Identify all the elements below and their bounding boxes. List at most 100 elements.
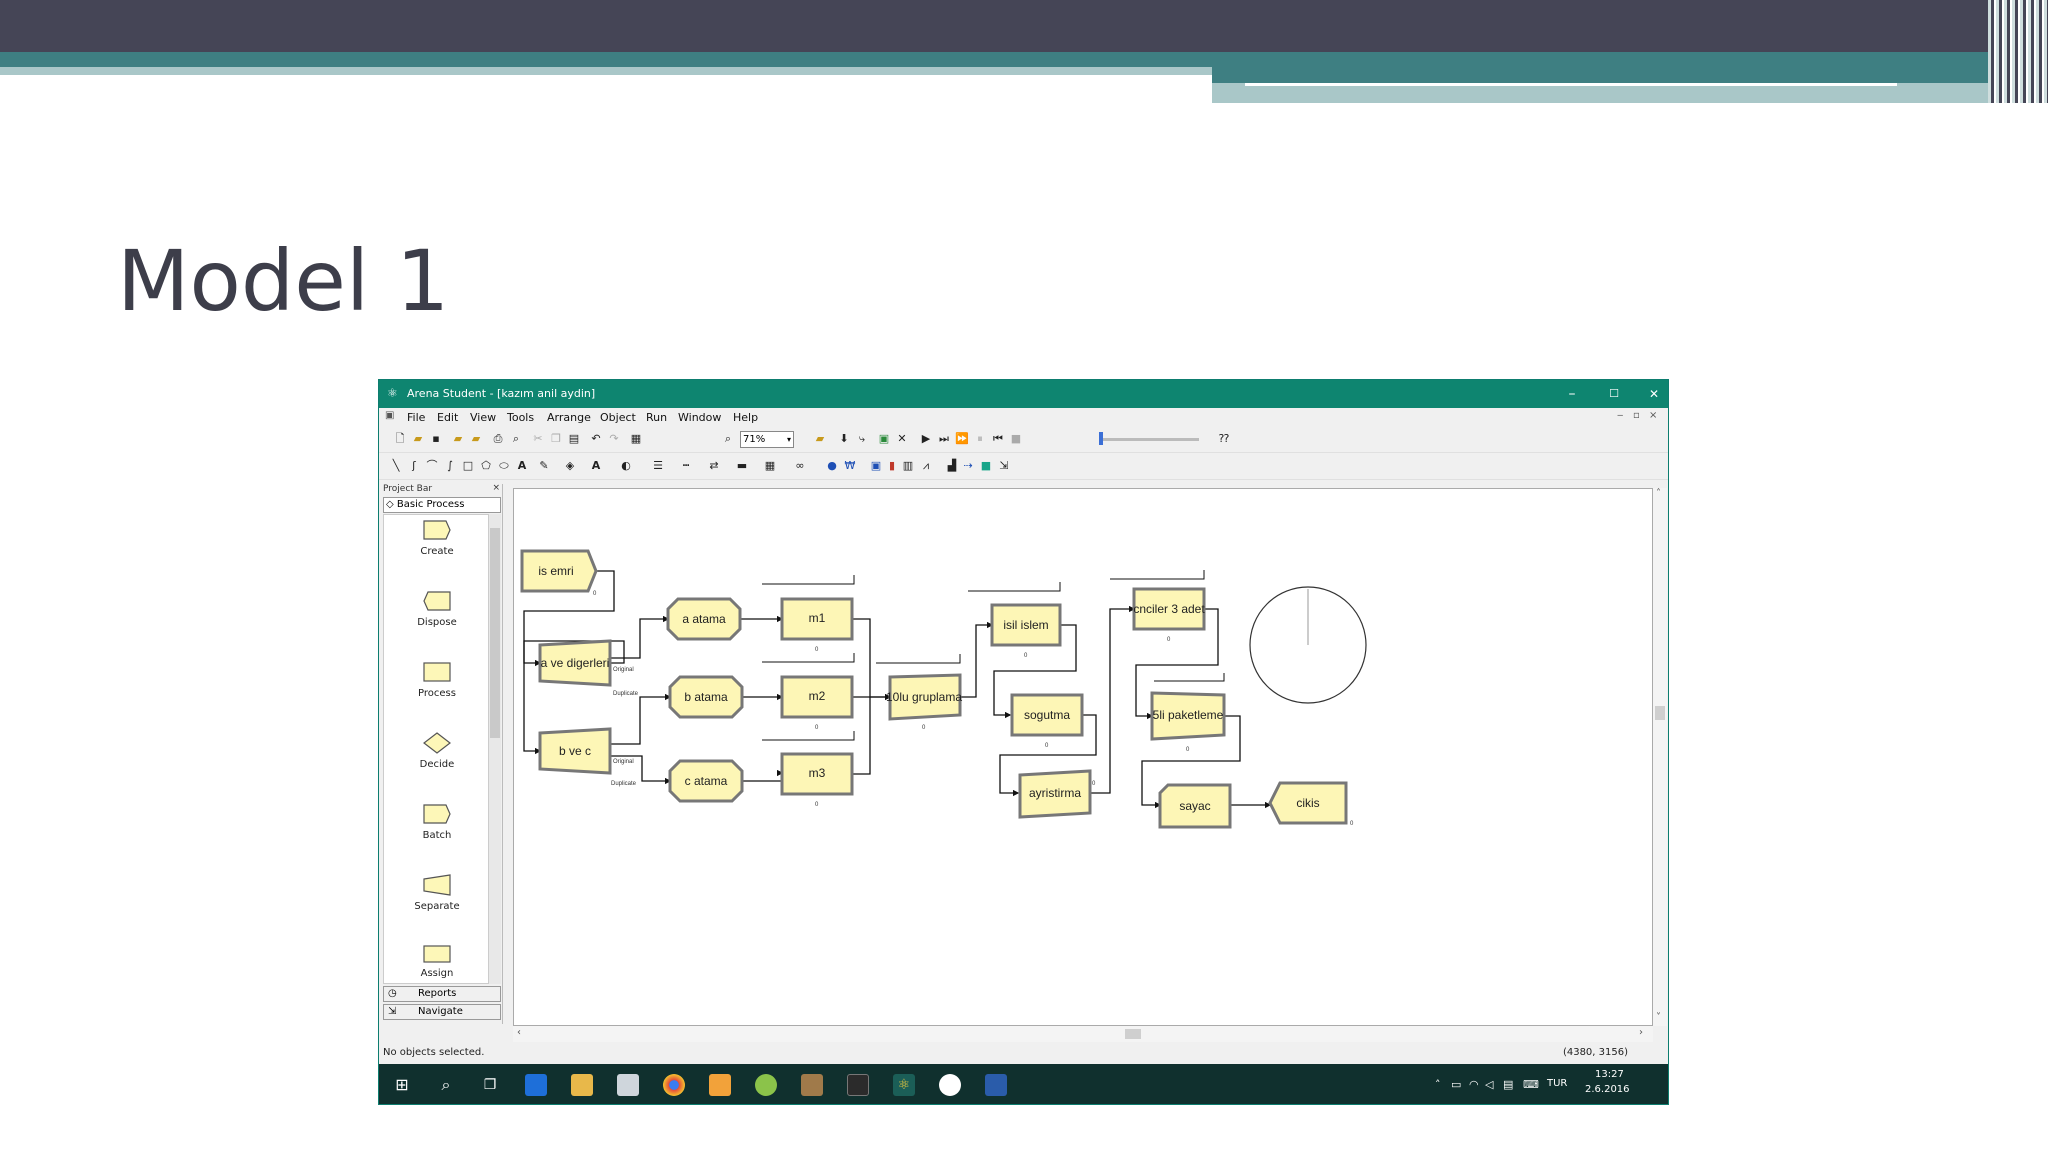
basic-process-panel-title[interactable]: ◇ Basic Process	[383, 497, 501, 513]
link-icon[interactable]: ∞	[793, 459, 807, 473]
clock-icon[interactable]: ▣	[869, 459, 883, 473]
tray-chevron-icon[interactable]: ˄	[1435, 1078, 1441, 1091]
cut-icon[interactable]: ✂	[531, 432, 545, 446]
print-icon[interactable]: ⎙	[491, 432, 505, 446]
smart-connect-icon[interactable]: ⤷	[855, 432, 869, 446]
context-help-icon[interactable]: ⁇	[1217, 432, 1231, 446]
process-isil-islem[interactable]: isil islem 0	[990, 603, 1062, 659]
document-icon[interactable]: ▣	[385, 410, 394, 421]
start-over-icon[interactable]: ⏮	[991, 432, 1005, 446]
menu-arrange[interactable]: Arrange	[547, 411, 591, 424]
new-file-icon[interactable]: 🗋	[393, 432, 407, 446]
storage-icon[interactable]: ₩	[843, 459, 857, 473]
module-dispose[interactable]: Dispose	[384, 588, 490, 660]
language-indicator[interactable]: TUR	[1547, 1078, 1567, 1089]
project-bar-close-button[interactable]: ×	[492, 483, 500, 493]
redo-icon[interactable]: ↷	[607, 432, 621, 446]
create-is-emri[interactable]: is emri 0	[520, 549, 598, 597]
animate-icon[interactable]: ▣	[877, 432, 891, 446]
close-button[interactable]: ✕	[1641, 384, 1667, 404]
media-player-icon[interactable]	[939, 1074, 961, 1096]
queue-icon[interactable]: ●	[825, 459, 839, 473]
process-sogutma[interactable]: sogutma 0	[1010, 693, 1084, 749]
zoom-icon[interactable]: ⌕	[721, 432, 735, 446]
animate-connector-icon[interactable]: ✕	[895, 432, 909, 446]
navigate-panel-button[interactable]: ⇲ Navigate	[383, 1004, 501, 1020]
canvas-vertical-scrollbar[interactable]: ˄ ˅	[1653, 488, 1667, 1026]
attach-template-icon[interactable]: ▰	[469, 432, 483, 446]
mdi-close-icon[interactable]: ×	[1649, 410, 1657, 421]
keyboard-icon[interactable]: ⌨	[1523, 1078, 1539, 1091]
horizontal-scroll-thumb[interactable]	[1125, 1029, 1141, 1039]
line-icon[interactable]: ╲	[389, 459, 403, 473]
station-icon[interactable]: ■	[979, 459, 993, 473]
batch-5li-paketleme[interactable]: 5li paketleme 0	[1150, 691, 1226, 753]
volume-icon[interactable]: ◁	[1485, 1078, 1493, 1091]
go-icon[interactable]: ▶	[919, 432, 933, 446]
connect-icon[interactable]: ⬇	[837, 432, 851, 446]
date-icon[interactable]: ▮	[885, 459, 899, 473]
process-m2[interactable]: m2 0	[780, 675, 854, 731]
model-canvas[interactable]: is emri 0 a ve digerleri Original Duplic…	[513, 488, 1653, 1026]
simulation-clock[interactable]	[1249, 586, 1367, 704]
line-width-icon[interactable]: ☰	[651, 459, 665, 473]
line-pattern-icon[interactable]: ▬	[735, 459, 749, 473]
wifi-icon[interactable]: ◠	[1469, 1078, 1479, 1091]
search-icon[interactable]: ⌕	[435, 1074, 457, 1096]
clock-time[interactable]: 13:27	[1595, 1069, 1624, 1080]
app-icon-brown[interactable]	[801, 1074, 823, 1096]
module-separate[interactable]: Separate	[384, 872, 490, 944]
notification-icon[interactable]: ▤	[1503, 1078, 1513, 1091]
save-icon[interactable]: ▪	[429, 432, 443, 446]
plot-icon[interactable]: ⩘	[919, 459, 933, 473]
submodel-icon[interactable]: ▦	[629, 432, 643, 446]
menu-edit[interactable]: Edit	[437, 411, 458, 424]
app-icon-green[interactable]	[755, 1074, 777, 1096]
scroll-right-icon[interactable]: ›	[1639, 1027, 1643, 1038]
module-list-scrollbar[interactable]	[489, 514, 501, 984]
line-color-icon[interactable]: ✎	[537, 459, 551, 473]
scroll-down-icon[interactable]: ˅	[1656, 1012, 1661, 1023]
module-process[interactable]: Process	[384, 659, 490, 731]
battery-icon[interactable]: ▭	[1451, 1078, 1461, 1091]
fill-color-icon[interactable]: ◈	[563, 459, 577, 473]
dispose-cikis[interactable]: cikis 0	[1268, 781, 1354, 827]
file-explorer-icon[interactable]	[571, 1074, 593, 1096]
histogram-icon[interactable]: ▟	[945, 459, 959, 473]
arena-taskbar-icon[interactable]: ⚛	[893, 1074, 915, 1096]
arc-icon[interactable]: ⌒	[425, 459, 439, 473]
canvas-horizontal-scrollbar[interactable]: ‹ ›	[513, 1026, 1653, 1042]
undo-icon[interactable]: ↶	[589, 432, 603, 446]
separate-ayristirma[interactable]: ayristirma 0	[1018, 769, 1096, 819]
store-icon[interactable]	[617, 1074, 639, 1096]
step-icon[interactable]: ⏭	[937, 432, 951, 446]
background-color-icon[interactable]: ◐	[619, 459, 633, 473]
zoom-select[interactable]: 71% ▾	[740, 431, 794, 448]
polygon-icon[interactable]: ⬠	[479, 459, 493, 473]
menu-file[interactable]: File	[407, 411, 425, 424]
menu-window[interactable]: Window	[678, 411, 721, 424]
module-batch[interactable]: Batch	[384, 801, 490, 873]
text-icon[interactable]: A	[515, 459, 529, 473]
pause-icon[interactable]: ⏸	[973, 432, 987, 446]
clock-date[interactable]: 2.6.2016	[1585, 1084, 1630, 1095]
maximize-button[interactable]: ☐	[1601, 384, 1627, 404]
route-icon[interactable]: ⇢	[961, 459, 975, 473]
paste-icon[interactable]: ▤	[567, 432, 581, 446]
level-icon[interactable]: ▥	[901, 459, 915, 473]
batch-10lu-gruplama[interactable]: 10lu gruplama 0	[886, 673, 962, 731]
text-color-icon[interactable]: A	[589, 459, 603, 473]
assign-c-atama[interactable]: c atama	[668, 759, 744, 803]
menu-object[interactable]: Object	[600, 411, 636, 424]
menu-run[interactable]: Run	[646, 411, 667, 424]
copy-icon[interactable]: ❐	[549, 432, 563, 446]
mdi-restore-icon[interactable]: ▫	[1633, 410, 1640, 421]
task-view-icon[interactable]: ❐	[479, 1074, 501, 1096]
arrow-style-icon[interactable]: ⇄	[707, 459, 721, 473]
assign-b-atama[interactable]: b atama	[668, 675, 744, 719]
animation-speed-thumb[interactable]	[1099, 432, 1103, 445]
start-icon[interactable]: ⊞	[391, 1074, 413, 1096]
process-m1[interactable]: m1 0	[780, 597, 854, 653]
module-decide[interactable]: Decide	[384, 730, 490, 802]
vertical-scroll-thumb[interactable]	[1655, 706, 1665, 720]
